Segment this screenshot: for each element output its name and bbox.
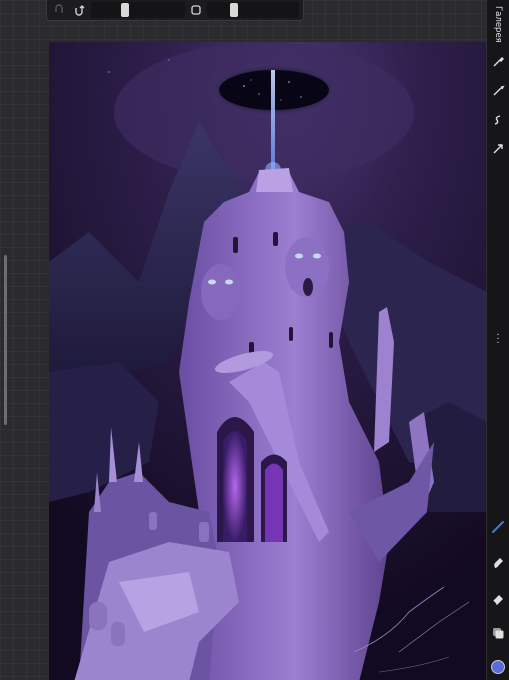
- color-picker-button[interactable]: [491, 660, 505, 674]
- artwork: [49, 42, 487, 680]
- adjustments-icon[interactable]: [491, 84, 505, 98]
- redo-icon[interactable]: [72, 3, 86, 17]
- gallery-button[interactable]: Галерея: [489, 6, 507, 48]
- brush-size-thumb[interactable]: [121, 3, 129, 17]
- drawing-canvas[interactable]: [49, 42, 487, 680]
- more-icon[interactable]: · · ·: [493, 331, 503, 349]
- smudge-icon[interactable]: [491, 556, 505, 570]
- eraser-icon[interactable]: [491, 592, 505, 606]
- brush-icon[interactable]: [491, 520, 505, 534]
- opacity-slider[interactable]: [207, 2, 299, 18]
- right-toolbar: Галерея · · ·: [486, 0, 509, 680]
- actions-icon[interactable]: [491, 55, 505, 69]
- layers-icon[interactable]: [491, 626, 505, 640]
- opacity-thumb[interactable]: [230, 3, 238, 17]
- transform-icon[interactable]: [491, 142, 505, 156]
- square-icon[interactable]: [189, 3, 203, 17]
- selection-icon[interactable]: [491, 113, 505, 127]
- brush-slider-handle[interactable]: [4, 255, 7, 425]
- brush-size-slider[interactable]: [91, 2, 185, 18]
- undo-icon[interactable]: [52, 3, 66, 17]
- quick-toolbar: [46, 0, 304, 21]
